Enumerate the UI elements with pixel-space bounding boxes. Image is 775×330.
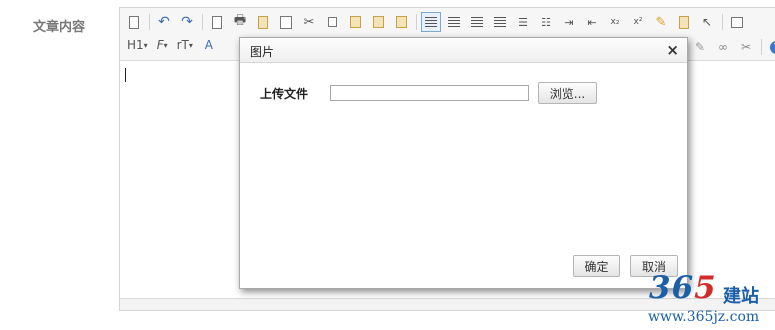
align-right-icon[interactable]: [467, 12, 487, 32]
print-icon[interactable]: 🖶: [230, 12, 250, 32]
watermark-brand: 建站: [723, 286, 759, 307]
cut-icon[interactable]: ✂: [299, 12, 319, 32]
dialog-title: 图片: [250, 45, 275, 59]
font-size-dropdown[interactable]: rT ▾: [174, 35, 196, 55]
toolbar-separator: [202, 14, 203, 30]
unlink-icon[interactable]: ✂: [736, 37, 756, 57]
image-dialog: 图片 × 上传文件 浏览... 确定 取消: [239, 37, 688, 289]
ok-button[interactable]: 确定: [573, 255, 620, 277]
preview-icon[interactable]: [207, 12, 227, 32]
align-center-icon[interactable]: [444, 12, 464, 32]
heading-dropdown[interactable]: H1 ▾: [124, 35, 151, 55]
toolbar-row-2-right: ✎ ∞ ✂ ?: [690, 37, 775, 57]
paste-word-icon[interactable]: [391, 12, 411, 32]
select-all-icon[interactable]: [674, 12, 694, 32]
subscript-icon[interactable]: x₂: [605, 12, 625, 32]
site-watermark-logo: 365 建站 www.365jz.com: [643, 270, 775, 330]
redo-icon[interactable]: ↷: [177, 12, 197, 32]
code-icon[interactable]: [276, 12, 296, 32]
pointer-icon[interactable]: ↖: [697, 12, 717, 32]
link-icon[interactable]: ∞: [713, 37, 733, 57]
toolbar-row-2: H1 ▾ F ▾ rT ▾ A: [124, 34, 222, 56]
outdent-icon[interactable]: ⇤: [582, 12, 602, 32]
clear-format-icon[interactable]: ✎: [651, 12, 671, 32]
paste-icon[interactable]: [345, 12, 365, 32]
help-icon[interactable]: ?: [766, 37, 775, 57]
watermark-number: 365: [649, 270, 717, 306]
toolbar-separator: [761, 39, 762, 55]
field-label: 文章内容: [33, 20, 86, 35]
toolbar-separator: [149, 14, 150, 30]
text-caret: [125, 68, 126, 82]
ordered-list-icon[interactable]: ☰: [513, 12, 533, 32]
superscript-icon[interactable]: x²: [628, 12, 648, 32]
align-justify-icon[interactable]: [490, 12, 510, 32]
unordered-list-icon[interactable]: ☷: [536, 12, 556, 32]
upload-file-label: 上传文件: [260, 87, 309, 101]
close-icon[interactable]: ×: [666, 41, 679, 59]
dialog-header: 图片 ×: [240, 38, 687, 63]
file-path-input[interactable]: [330, 85, 529, 101]
toolbar-row-1: ↶ ↷ 🖶 ✂ ☰ ☷ ⇥ ⇤ x₂ x² ✎ ↖: [124, 11, 750, 33]
pencil-icon[interactable]: ✎: [690, 37, 710, 57]
template-icon[interactable]: [253, 12, 273, 32]
toolbar-separator: [722, 14, 723, 30]
copy-icon[interactable]: [322, 12, 342, 32]
fullscreen-icon[interactable]: [727, 12, 747, 32]
font-family-dropdown[interactable]: F ▾: [154, 35, 171, 55]
toolbar-separator: [416, 14, 417, 30]
browse-button[interactable]: 浏览...: [538, 82, 597, 104]
paste-text-icon[interactable]: [368, 12, 388, 32]
undo-icon[interactable]: ↶: [154, 12, 174, 32]
indent-icon[interactable]: ⇥: [559, 12, 579, 32]
font-color-icon[interactable]: A: [199, 35, 219, 55]
watermark-url: www.365jz.com: [648, 309, 760, 325]
source-icon[interactable]: [124, 12, 144, 32]
align-left-icon[interactable]: [421, 12, 441, 32]
